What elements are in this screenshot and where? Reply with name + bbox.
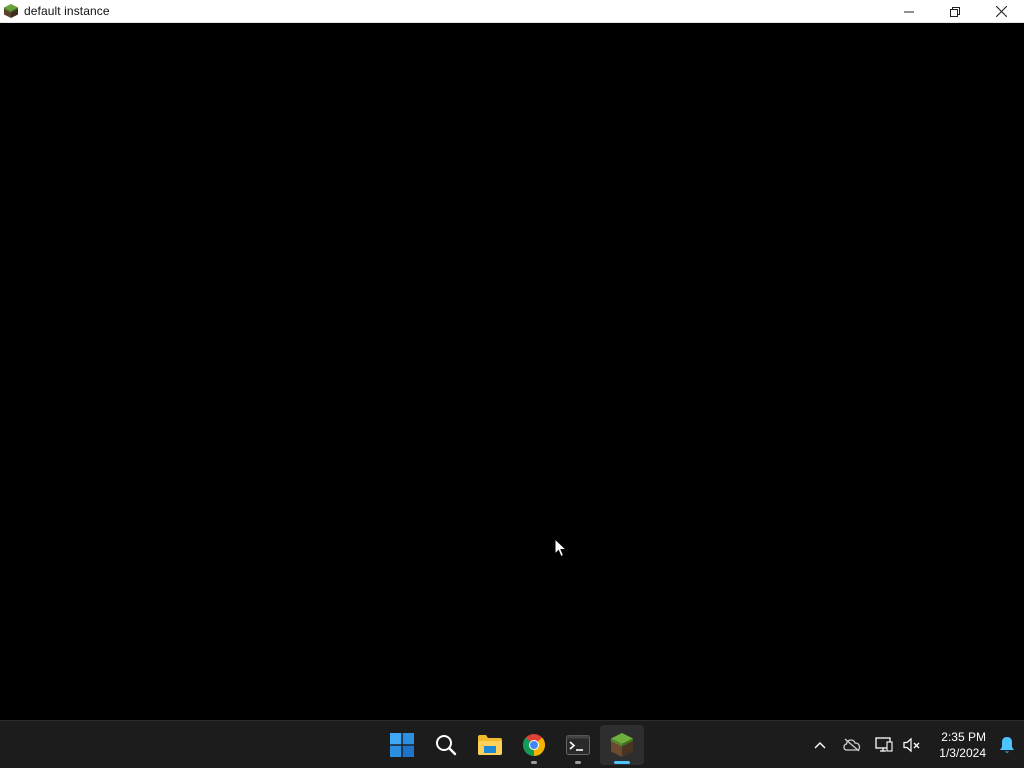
chevron-up-icon — [814, 742, 826, 749]
chrome-icon — [522, 734, 546, 756]
taskbar-clock[interactable]: 2:35 PM 1/3/2024 — [926, 725, 990, 765]
show-hidden-icons-button[interactable] — [806, 729, 834, 761]
restore-icon — [950, 6, 960, 17]
minimize-icon — [904, 11, 914, 12]
start-button[interactable] — [380, 725, 424, 765]
minimize-button[interactable] — [886, 0, 932, 23]
system-tray: 2:35 PM 1/3/2024 — [806, 721, 1024, 768]
volume-muted-icon — [903, 737, 920, 753]
notifications-button[interactable] — [990, 725, 1024, 765]
search-icon — [436, 735, 457, 756]
running-indicator — [575, 761, 581, 764]
chrome-button[interactable] — [512, 725, 556, 765]
window-controls — [886, 0, 1024, 23]
onedrive-tray-button[interactable] — [834, 729, 870, 761]
cloud-off-icon — [843, 738, 861, 752]
terminal-icon — [566, 735, 590, 755]
network-icon — [875, 737, 893, 752]
minecraft-button[interactable] — [600, 725, 644, 765]
window-title: default instance — [24, 4, 110, 18]
file-explorer-button[interactable] — [468, 725, 512, 765]
folder-icon — [478, 735, 502, 755]
mouse-cursor-icon — [554, 538, 568, 558]
taskbar-apps — [380, 721, 644, 768]
close-button[interactable] — [978, 0, 1024, 23]
search-button[interactable] — [424, 725, 468, 765]
volume-button[interactable] — [898, 729, 926, 761]
grass-block-icon — [611, 733, 633, 757]
game-viewport[interactable] — [0, 23, 1024, 720]
taskbar: 2:35 PM 1/3/2024 — [0, 720, 1024, 768]
clock-date: 1/3/2024 — [939, 746, 986, 760]
windows-start-icon — [390, 733, 414, 757]
window-titlebar[interactable]: default instance — [0, 0, 1024, 23]
bell-icon — [1000, 737, 1014, 753]
grass-block-icon — [4, 4, 18, 18]
network-button[interactable] — [870, 729, 898, 761]
close-icon — [995, 6, 1007, 17]
restore-button[interactable] — [932, 0, 978, 23]
terminal-button[interactable] — [556, 725, 600, 765]
active-indicator — [614, 761, 630, 764]
running-indicator — [531, 761, 537, 764]
clock-time: 2:35 PM — [941, 730, 986, 744]
